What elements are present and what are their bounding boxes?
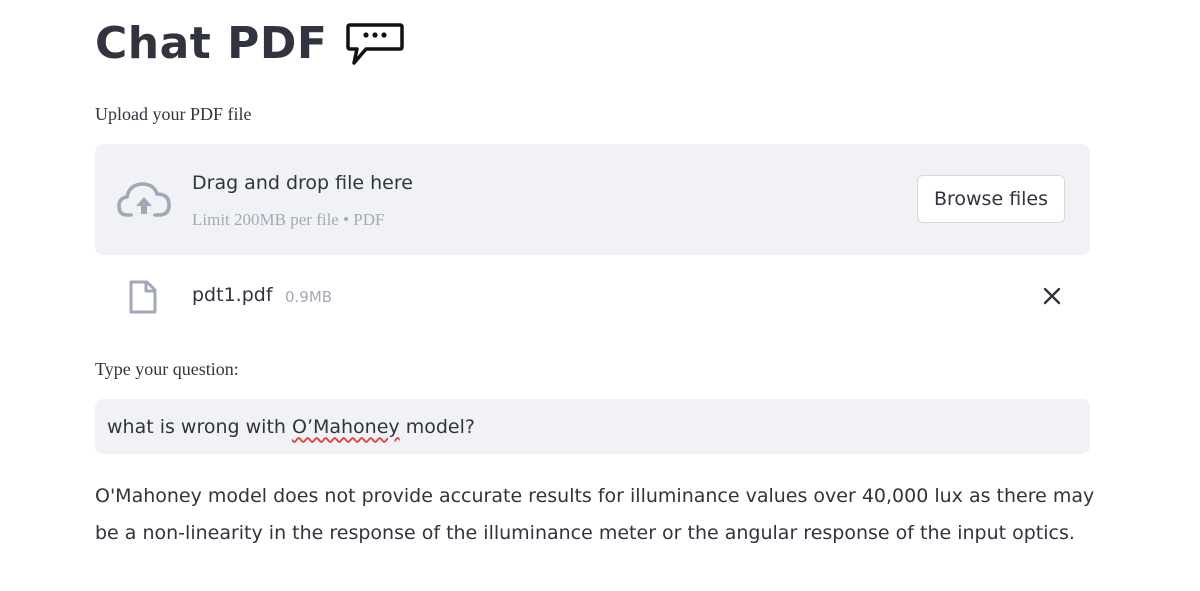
file-dropzone[interactable]: Drag and drop file here Limit 200MB per … (95, 144, 1090, 255)
page-title: Chat PDF (95, 18, 328, 69)
dropzone-limit-text: Limit 200MB per file • PDF (192, 210, 385, 229)
file-icon (129, 280, 157, 314)
close-icon[interactable] (1041, 285, 1063, 307)
app-page: Chat PDF Upload your PDF file Drag and d… (0, 0, 1200, 591)
question-text-suffix: model? (399, 415, 475, 438)
file-name: pdt1.pdf (192, 284, 273, 306)
question-text-prefix: what is wrong with (107, 415, 292, 438)
question-label: Type your question: (95, 359, 239, 379)
question-input[interactable]: what is wrong with O’Mahoney model? (95, 399, 1090, 454)
upload-label: Upload your PDF file (95, 104, 252, 124)
cloud-upload-icon (117, 182, 171, 217)
answer-text: O'Mahoney model does not provide accurat… (95, 485, 1095, 544)
page-header: Chat PDF (95, 14, 406, 84)
file-size: 0.9MB (285, 288, 333, 306)
speech-bubble-ellipsis-icon (345, 23, 404, 65)
question-text-flagged-word: O’Mahoney (291, 415, 400, 438)
dropzone-text: Drag and drop file here (192, 172, 413, 194)
uploaded-file-row: pdt1.pdf 0.9MB (95, 270, 1090, 322)
browse-files-button[interactable]: Browse files (917, 175, 1065, 223)
